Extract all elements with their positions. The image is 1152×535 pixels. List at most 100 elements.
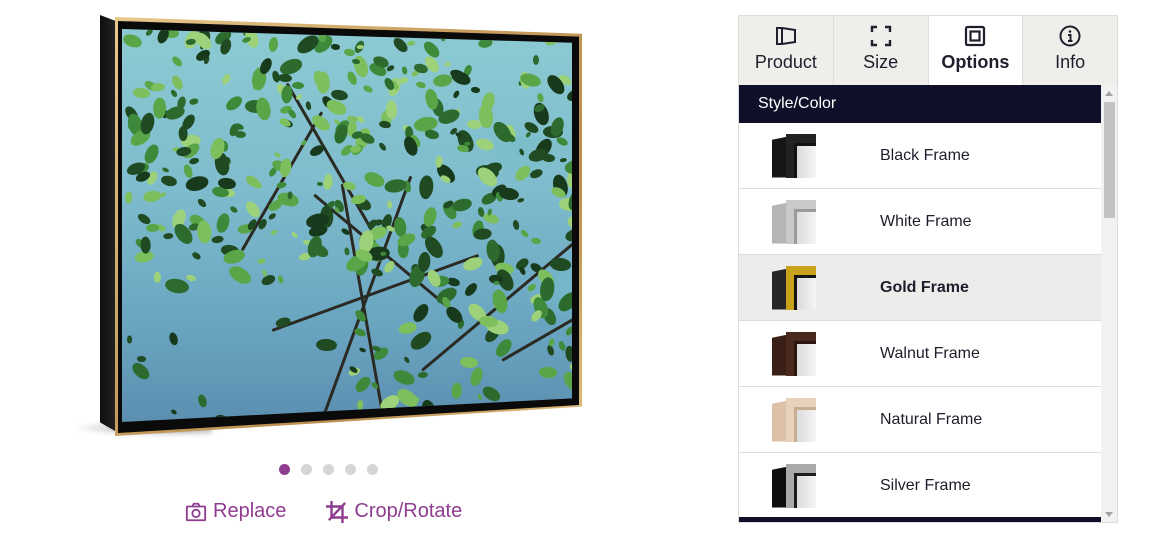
- carousel-dot[interactable]: [323, 464, 334, 475]
- leaf: [530, 236, 543, 245]
- frame-option-item[interactable]: Walnut Frame: [739, 321, 1101, 387]
- frame-swatch-icon: [772, 397, 816, 442]
- leaf: [474, 136, 495, 152]
- leaf: [568, 135, 572, 162]
- framed-photo: [122, 29, 572, 422]
- frame-option-item[interactable]: Black Frame: [739, 123, 1101, 189]
- leaf: [146, 224, 160, 233]
- tab-options[interactable]: Options: [928, 16, 1024, 85]
- leaf: [260, 273, 277, 288]
- leaf: [167, 331, 179, 347]
- leaf: [221, 72, 232, 86]
- leaf: [362, 169, 387, 190]
- leaf: [382, 259, 397, 275]
- leaf: [418, 174, 435, 199]
- frame-option-label: White Frame: [880, 212, 972, 230]
- frame-option-item[interactable]: White Frame: [739, 189, 1101, 255]
- panel-tabs: Product Size Options Info: [739, 16, 1117, 85]
- leaf: [153, 271, 161, 283]
- frame-option-item[interactable]: Natural Frame: [739, 387, 1101, 453]
- leaf: [343, 247, 350, 257]
- swatch-inner: [794, 274, 816, 310]
- leaf: [545, 344, 555, 357]
- leaf: [361, 83, 374, 94]
- leaf: [214, 212, 232, 235]
- leaf: [492, 281, 500, 286]
- frame-swatch-icon: [772, 463, 816, 508]
- leaf: [536, 92, 545, 103]
- leaf: [141, 142, 161, 166]
- leaf: [431, 73, 453, 88]
- leaf: [137, 356, 147, 363]
- leaf: [267, 212, 278, 222]
- leaf: [423, 128, 440, 141]
- leaf: [451, 382, 463, 400]
- leaf: [144, 29, 154, 38]
- carousel-dot[interactable]: [279, 464, 290, 475]
- carousel-dot[interactable]: [301, 464, 312, 475]
- leaf: [564, 325, 572, 337]
- leaf: [267, 36, 279, 53]
- leaf: [170, 408, 178, 415]
- carousel-dots: [279, 464, 378, 475]
- leaf: [468, 365, 486, 387]
- leaf: [357, 399, 364, 411]
- frame-option-label: Natural Frame: [880, 410, 983, 428]
- carousel-dot[interactable]: [367, 464, 378, 475]
- leaf: [462, 280, 480, 299]
- swatch-inner: [794, 340, 816, 376]
- frame-option-label: Silver Frame: [880, 476, 971, 494]
- swatch-inner: [794, 406, 816, 442]
- options-icon: [965, 25, 986, 47]
- leaf: [358, 346, 367, 354]
- leaf: [268, 228, 278, 236]
- tab-product[interactable]: Product: [739, 16, 834, 85]
- leaf: [473, 228, 493, 241]
- leaf: [511, 219, 520, 231]
- options-panel: Product Size Options Info Style/Color Bl…: [738, 15, 1118, 523]
- leaf: [197, 393, 209, 408]
- leaf: [191, 250, 203, 261]
- tab-label: Product: [754, 52, 817, 72]
- leaf: [159, 173, 179, 188]
- leaf: [402, 355, 411, 365]
- leaf: [549, 337, 556, 347]
- leaf: [229, 205, 239, 214]
- scroll-down-arrow[interactable]: [1101, 506, 1117, 522]
- leaf: [280, 85, 293, 104]
- leaf: [127, 335, 133, 343]
- tab-size[interactable]: Size: [833, 16, 929, 85]
- leaf: [377, 141, 388, 152]
- info-icon: [1059, 25, 1081, 47]
- leaf: [532, 54, 539, 66]
- leaf: [476, 393, 483, 401]
- list-scrollbar[interactable]: [1101, 85, 1117, 522]
- product-preview: Replace Crop/Rotate: [0, 0, 700, 535]
- leaf: [401, 66, 408, 75]
- frame-option-item[interactable]: Gold Frame: [739, 255, 1101, 321]
- product-icon: [775, 27, 796, 45]
- leaf: [529, 168, 545, 181]
- leaf: [257, 258, 266, 265]
- leaf: [379, 251, 386, 256]
- replace-button[interactable]: Replace: [185, 500, 286, 523]
- leaf: [480, 384, 503, 405]
- leaf: [150, 82, 166, 92]
- scroll-thumb[interactable]: [1104, 102, 1115, 218]
- swatch-inner: [794, 472, 816, 508]
- crop-rotate-button[interactable]: Crop/Rotate: [326, 500, 462, 523]
- leaf: [164, 277, 190, 296]
- leaf: [225, 262, 254, 288]
- frame-option-item[interactable]: Silver Frame: [739, 453, 1101, 519]
- leaf: [278, 73, 293, 83]
- leaf: [184, 274, 197, 283]
- scroll-up-arrow[interactable]: [1101, 85, 1117, 101]
- leaf: [315, 338, 337, 352]
- carousel-dot[interactable]: [345, 464, 356, 475]
- leaf: [211, 235, 225, 245]
- tab-info[interactable]: Info: [1023, 16, 1117, 85]
- leaf: [324, 96, 350, 118]
- leaf: [518, 148, 526, 157]
- tab-label: Options: [941, 52, 1010, 72]
- frame-swatch-icon: [772, 199, 816, 244]
